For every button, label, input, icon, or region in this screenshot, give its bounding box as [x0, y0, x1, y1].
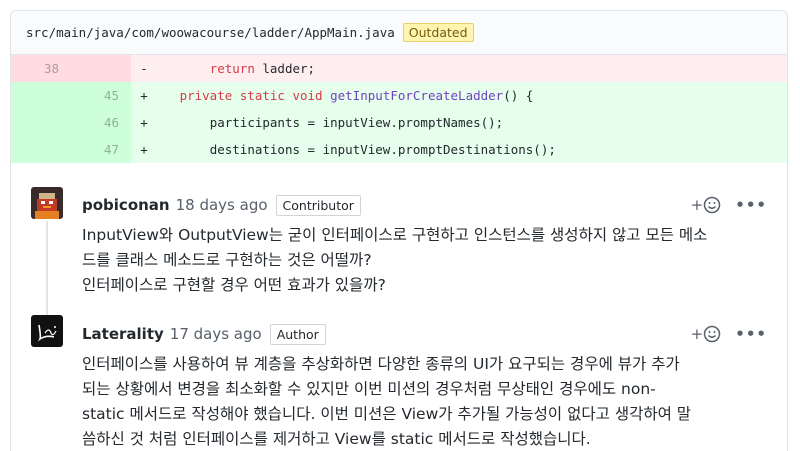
comment-header: Laterality 17 days ago Author — [82, 322, 326, 346]
author-link[interactable]: pobiconan — [82, 196, 170, 214]
new-line-number[interactable]: 46 — [71, 109, 131, 136]
smiley-icon — [703, 325, 721, 343]
avatar[interactable] — [31, 187, 63, 219]
code-token: destinations — [209, 142, 300, 157]
comment-line: 되는 상황에서 변경을 최소화할 수 있지만 이번 미션의 경우처럼 무상태인 … — [82, 380, 656, 398]
outdated-badge: Outdated — [402, 23, 474, 42]
new-line-number[interactable] — [71, 55, 131, 82]
comment-actions: + ••• — [691, 193, 767, 217]
comment-actions: + ••• — [691, 322, 767, 346]
code-token: participants — [209, 115, 300, 130]
new-line-number[interactable]: 45 — [71, 82, 131, 109]
code-token: .promptNames(); — [390, 115, 504, 130]
diff-sign: + — [140, 88, 148, 103]
plus-label: + — [690, 325, 704, 343]
code-token: inputView — [322, 115, 391, 130]
code-line: destinations = inputView.promptDestinati… — [157, 142, 556, 157]
comment: Laterality 17 days ago Author + ••• 인터페이… — [11, 301, 787, 451]
code-token: getInputForCreateLadder — [330, 88, 504, 103]
code-line: participants = inputView.promptNames(); — [157, 115, 504, 130]
code-token: return — [209, 61, 255, 76]
code-token: inputView — [322, 142, 391, 157]
comment-line: 드를 클래스 메소드로 구현하는 것은 어떨까? — [82, 251, 372, 269]
code-line: private static void getInputForCreateLad… — [157, 88, 534, 103]
timestamp-link[interactable]: 18 days ago — [176, 196, 268, 214]
diff-row: 47 + destinations = inputView.promptDesti… — [11, 136, 787, 163]
pixel-art-avatar-icon — [31, 187, 63, 219]
diff-row: 38 - return ladder; — [11, 55, 787, 82]
code-token: ladder; — [254, 61, 316, 76]
timestamp-link[interactable]: 17 days ago — [170, 325, 262, 343]
add-reaction-button[interactable]: + — [691, 325, 722, 343]
new-line-number[interactable]: 47 — [71, 136, 131, 163]
code-token: = — [300, 115, 323, 130]
smiley-icon — [703, 196, 721, 214]
code-token: .promptDestinations(); — [390, 142, 556, 157]
author-link[interactable]: Laterality — [82, 325, 164, 343]
role-badge: Contributor — [275, 194, 361, 216]
signature-logo-avatar-icon — [31, 315, 63, 347]
comment-line: static 메서드로 작성해야 했습니다. 이번 미션은 View가 추가될 … — [82, 405, 692, 423]
role-badge: Author — [269, 323, 326, 345]
timeline-line — [46, 221, 48, 301]
old-line-number[interactable] — [11, 136, 71, 163]
diff-table: 38 - return ladder; 45 + private static voi… — [11, 55, 787, 163]
diff-row: 46 + participants = inputView.promptNames… — [11, 109, 787, 136]
more-options-button[interactable]: ••• — [735, 325, 767, 343]
diff-sign: + — [140, 115, 148, 130]
comment-body: InputView와 OutputView는 굳이 인터페이스로 구현하고 인스… — [82, 223, 772, 298]
comment-line: 인터페이스로 구현할 경우 어떤 효과가 있을까? — [82, 276, 386, 294]
file-header: src/main/java/com/woowacourse/ladder/App… — [11, 11, 787, 55]
avatar[interactable] — [31, 315, 63, 347]
diff-row: 45 + private static void getInputForCreat… — [11, 82, 787, 109]
diff-sign: + — [140, 142, 148, 157]
comment-body: 인터페이스를 사용하여 뷰 계층을 추상화하면 다양한 종류의 UI가 요구되는… — [82, 352, 772, 451]
code-line: return ladder; — [157, 61, 315, 76]
code-token: = — [300, 142, 323, 157]
old-line-number[interactable]: 38 — [11, 55, 71, 82]
code-token: () { — [503, 88, 534, 103]
comment-line: 인터페이스를 사용하여 뷰 계층을 추상화하면 다양한 종류의 UI가 요구되는… — [82, 355, 680, 373]
timeline-line — [46, 301, 48, 315]
plus-label: + — [690, 196, 704, 214]
comment-line: 씀하신 것 처럼 인터페이스를 제거하고 View를 static 메서드로 작… — [82, 430, 591, 448]
more-options-button[interactable]: ••• — [735, 196, 767, 214]
old-line-number[interactable] — [11, 82, 71, 109]
comment: pobiconan 18 days ago Contributor + ••• … — [11, 171, 787, 301]
add-reaction-button[interactable]: + — [691, 196, 722, 214]
old-line-number[interactable] — [11, 109, 71, 136]
code-token: private static void — [179, 88, 323, 103]
comment-line: InputView와 OutputView는 굳이 인터페이스로 구현하고 인스… — [82, 226, 708, 244]
file-path-link[interactable]: src/main/java/com/woowacourse/ladder/App… — [26, 25, 395, 40]
diff-sign: - — [140, 61, 148, 76]
comment-header: pobiconan 18 days ago Contributor — [82, 193, 361, 217]
review-thread: src/main/java/com/woowacourse/ladder/App… — [10, 10, 788, 451]
